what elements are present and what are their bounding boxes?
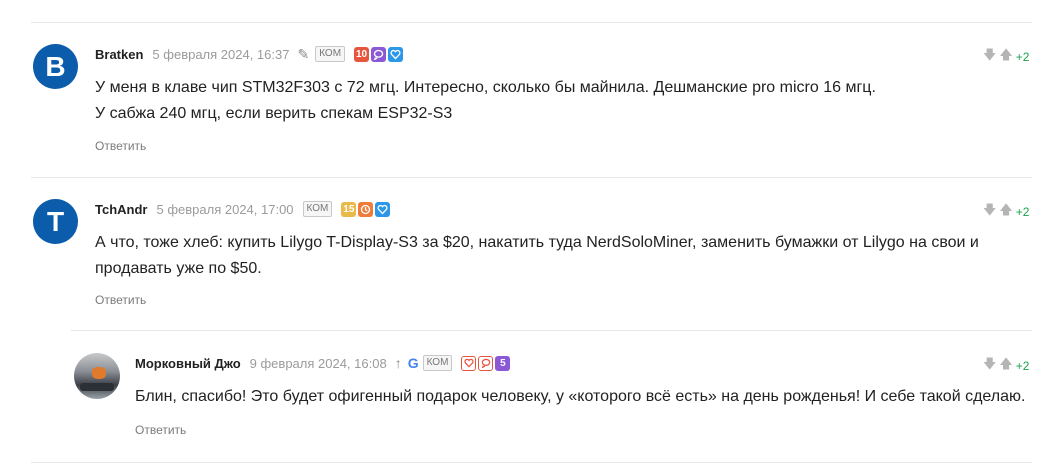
- comment-line: Блин, спасибо! Это будет офигенный подар…: [135, 388, 1026, 405]
- reply-button[interactable]: Ответить: [135, 423, 186, 437]
- avatar[interactable]: [74, 353, 120, 399]
- arrow-up-icon: ↑: [394, 355, 402, 371]
- avatar[interactable]: B: [33, 44, 78, 89]
- comment-text: Блин, спасибо! Это будет офигенный подар…: [135, 384, 1025, 410]
- vote-up-button[interactable]: 🡅: [999, 46, 1012, 68]
- comment-score: +2: [1015, 205, 1030, 219]
- kom-badge: КОМ: [422, 355, 453, 371]
- kom-badge: КОМ: [315, 46, 346, 62]
- comment-score: +2: [1015, 50, 1030, 64]
- vote-down-button[interactable]: 🡇: [983, 46, 996, 68]
- karma-badge: 5: [495, 355, 511, 371]
- avatar[interactable]: T: [33, 199, 78, 244]
- comment-line: У меня в клаве чип STM32F303 с 72 мгц. И…: [95, 79, 876, 96]
- pencil-icon: ✎: [297, 45, 310, 62]
- comment-text: У меня в клаве чип STM32F303 с 72 мгц. И…: [95, 75, 876, 127]
- comment-date[interactable]: 5 февраля 2024, 16:37: [152, 47, 289, 62]
- clock-icon: [358, 201, 374, 217]
- vote-up-button[interactable]: 🡅: [999, 201, 1012, 223]
- author-name[interactable]: Морковный Джо: [135, 356, 241, 371]
- author-name[interactable]: TchAndr: [95, 202, 147, 217]
- comment-line: продавать уже по $50.: [95, 260, 262, 277]
- chat-icon: [478, 355, 494, 371]
- author-name[interactable]: Bratken: [95, 47, 143, 62]
- comment-line: А что, тоже хлеб: купить Lilygo T-Displa…: [95, 234, 979, 251]
- comment-score: +2: [1015, 359, 1030, 373]
- comment-divider: [31, 177, 1032, 178]
- comment-date[interactable]: 9 февраля 2024, 16:08: [250, 356, 387, 371]
- avatar-letter: T: [46, 205, 65, 237]
- karma-badge: 10: [354, 46, 370, 62]
- vote-down-button[interactable]: 🡇: [983, 355, 996, 377]
- google-icon: G: [407, 355, 419, 371]
- chat-icon: [371, 46, 387, 62]
- vote-up-button[interactable]: 🡅: [999, 355, 1012, 377]
- comment-divider: [71, 330, 1032, 331]
- bottom-divider: [31, 462, 1032, 463]
- heart-icon: [388, 46, 404, 62]
- reply-button[interactable]: Ответить: [95, 139, 146, 153]
- heart-icon: [375, 201, 391, 217]
- avatar-letter: B: [45, 50, 66, 82]
- comment-text: А что, тоже хлеб: купить Lilygo T-Displa…: [95, 230, 979, 282]
- comment-line: У сабжа 240 мгц, если верить спекам ESP3…: [95, 105, 453, 122]
- comment-date[interactable]: 5 февраля 2024, 17:00: [156, 202, 293, 217]
- top-divider: [31, 22, 1032, 23]
- kom-badge: КОМ: [302, 201, 333, 217]
- vote-down-button[interactable]: 🡇: [983, 201, 996, 223]
- karma-badge: 15: [341, 201, 357, 217]
- reply-button[interactable]: Ответить: [95, 293, 146, 307]
- heart-icon: [461, 355, 477, 371]
